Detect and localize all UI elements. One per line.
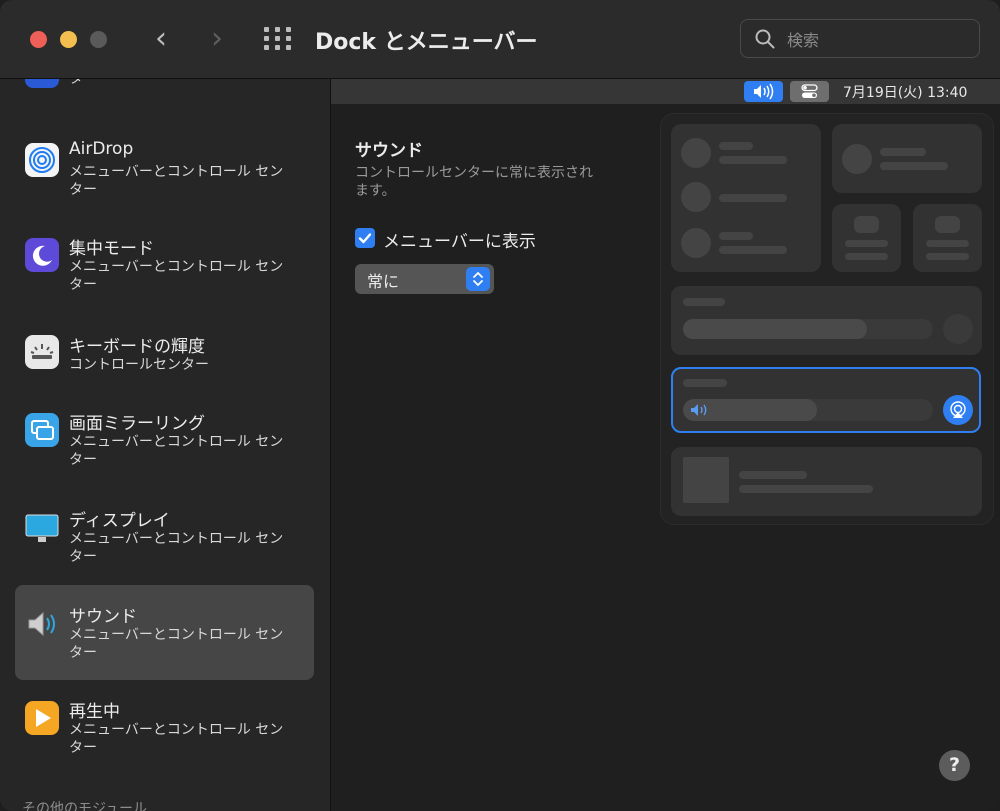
search-input[interactable] [785,26,969,54]
search-box[interactable] [740,19,980,58]
window-title: Dock とメニューバー [315,30,538,55]
module-icon [25,79,59,88]
back-button[interactable]: ‹ [144,22,178,56]
show-all-grid-icon[interactable] [264,27,292,51]
close-button[interactable] [30,31,47,48]
section-title: サウンド [355,141,423,161]
chevron-left-icon: ‹ [155,21,167,56]
sidebar-item-subtitle: メニューバーとコントロール センター [69,79,97,87]
minimize-button[interactable] [60,31,77,48]
title-bar: ‹ › Dock とメニューバー [0,0,1000,79]
zoom-button[interactable] [90,31,107,48]
show-mode-select[interactable]: 常に [355,264,494,294]
airplay-audio-icon [943,395,973,425]
sidebar-item-subtitle: メニューバーとコントロール センター [69,722,284,756]
sidebar-item-subtitle: メニューバーとコントロール センター [69,259,284,293]
sidebar-item-title: ディスプレイ [69,511,170,531]
search-icon [755,29,775,49]
small-tile [832,204,901,272]
now-playing-tile [671,447,982,516]
section-description: コントロールセンターに常に表示されます。 [355,165,593,199]
chevron-right-icon: › [211,21,223,56]
main-content: 7月19日(火) 13:40 サウンド コントロールセンターに常に表示されます。… [331,79,1000,811]
sidebar-item-title: 集中モード [69,239,154,259]
display-tile [671,286,982,355]
sidebar: メニューバーとコントロール センター AirDrop メニューバーとコントロール… [0,79,331,811]
sidebar-item-title: AirDrop [69,139,134,159]
select-value: 常に [367,272,400,291]
preferences-window: ‹ › Dock とメニューバー メニューバーとコントロール センター [0,0,1000,811]
sidebar-item-title: キーボードの輝度 [69,337,205,357]
show-in-menubar-checkbox[interactable] [355,228,375,248]
screen-mirroring-icon [25,413,59,447]
small-tile [913,204,982,272]
display-icon [25,512,59,546]
updown-chevron-icon [466,267,490,291]
sidebar-item-subtitle: メニューバーとコントロール センター [69,434,284,468]
menubar-date-time: 7月19日(火) 13:40 [843,85,968,101]
sidebar-item-title: 再生中 [69,702,120,722]
menubar-preview: 7月19日(火) 13:40 [331,79,1000,104]
sidebar-item-display[interactable]: ディスプレイ メニューバーとコントロール センター [15,500,314,595]
speaker-icon [25,607,59,641]
sound-tile-highlighted [671,367,981,433]
volume-icon [691,404,707,416]
forward-button[interactable]: › [200,22,234,56]
focus-tile [832,124,982,193]
connectivity-tile [671,124,821,272]
menubar-control-center-icon [790,81,829,102]
sidebar-section-header: その他のモジュール [22,801,148,811]
help-button[interactable]: ? [939,750,970,781]
sidebar-item-subtitle: コントロールセンター [69,357,209,373]
checkmark-icon [358,233,372,244]
now-playing-icon [25,701,59,735]
menubar-volume-icon [744,81,783,102]
keyboard-brightness-icon [25,335,59,369]
airdrop-icon [25,143,59,177]
focus-moon-icon [25,238,59,272]
sidebar-item-title: サウンド [69,607,137,627]
sidebar-item-now-playing[interactable]: 再生中 メニューバーとコントロール センター [15,691,314,786]
sidebar-item-screen-mirroring[interactable]: 画面ミラーリング メニューバーとコントロール センター [15,403,314,498]
control-center-preview [660,113,994,525]
sidebar-item-focus[interactable]: 集中モード メニューバーとコントロール センター [15,228,314,323]
sidebar-item-title: 画面ミラーリング [69,414,205,434]
sidebar-item-airdrop[interactable]: AirDrop メニューバーとコントロール センター [15,131,314,226]
sidebar-item-sound[interactable]: サウンド メニューバーとコントロール センター [15,585,314,680]
sidebar-item-subtitle: メニューバーとコントロール センター [69,531,284,565]
sidebar-item-subtitle: メニューバーとコントロール センター [69,164,284,198]
show-in-menubar-label[interactable]: メニューバーに表示 [383,227,536,252]
sidebar-item-subtitle: メニューバーとコントロール センター [69,627,284,661]
